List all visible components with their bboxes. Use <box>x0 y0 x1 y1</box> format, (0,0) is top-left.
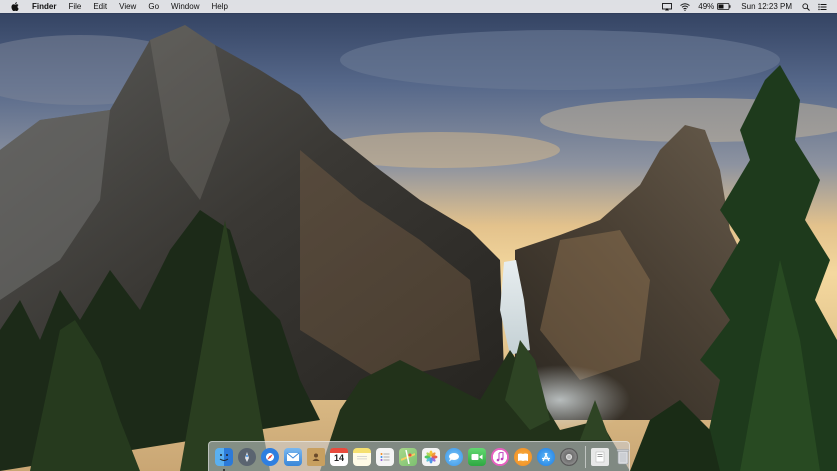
downloads-stack-icon[interactable] <box>591 447 609 466</box>
running-indicator <box>223 468 225 471</box>
calendar-icon[interactable]: 14 <box>330 447 348 466</box>
menu-app-name[interactable]: Finder <box>32 2 56 11</box>
notification-center-icon[interactable] <box>818 3 827 11</box>
menu-file[interactable]: File <box>68 2 81 11</box>
contacts-icon[interactable] <box>307 447 325 466</box>
menu-window[interactable]: Window <box>171 2 199 11</box>
mail-icon[interactable] <box>284 447 302 466</box>
maps-icon[interactable] <box>399 447 417 466</box>
facetime-icon[interactable] <box>468 447 486 466</box>
trash-icon[interactable] <box>614 448 632 466</box>
itunes-icon[interactable] <box>491 447 509 466</box>
airplay-icon[interactable] <box>662 2 673 11</box>
battery-icon[interactable] <box>717 3 731 10</box>
photos-icon[interactable] <box>422 447 440 466</box>
menu-help[interactable]: Help <box>211 2 227 11</box>
desktop-wallpaper <box>0 0 837 471</box>
safari-icon[interactable] <box>261 447 279 466</box>
messages-icon[interactable] <box>445 447 463 466</box>
launchpad-icon[interactable] <box>238 447 256 466</box>
battery-percent[interactable]: 49% <box>698 2 714 11</box>
finder-icon[interactable] <box>215 447 233 471</box>
menu-go[interactable]: Go <box>148 2 159 11</box>
wifi-icon[interactable] <box>680 2 691 11</box>
search-icon[interactable] <box>802 2 810 11</box>
calendar-day: 14 <box>333 452 344 463</box>
reminders-icon[interactable] <box>376 447 394 466</box>
notes-icon[interactable] <box>353 447 371 466</box>
dock: 14 <box>208 441 630 471</box>
menu-clock[interactable]: Sun 12:23 PM <box>741 2 792 11</box>
system-preferences-icon[interactable] <box>560 447 578 466</box>
ibooks-icon[interactable] <box>514 447 532 466</box>
menu-view[interactable]: View <box>119 2 136 11</box>
app-store-icon[interactable] <box>537 447 555 466</box>
menu-bar: Finder File Edit View Go Window Help 49%… <box>0 0 837 13</box>
desktop: Finder File Edit View Go Window Help 49%… <box>0 0 837 471</box>
menu-edit[interactable]: Edit <box>93 2 107 11</box>
apple-logo-icon[interactable] <box>10 2 20 11</box>
dock-separator <box>585 445 586 468</box>
